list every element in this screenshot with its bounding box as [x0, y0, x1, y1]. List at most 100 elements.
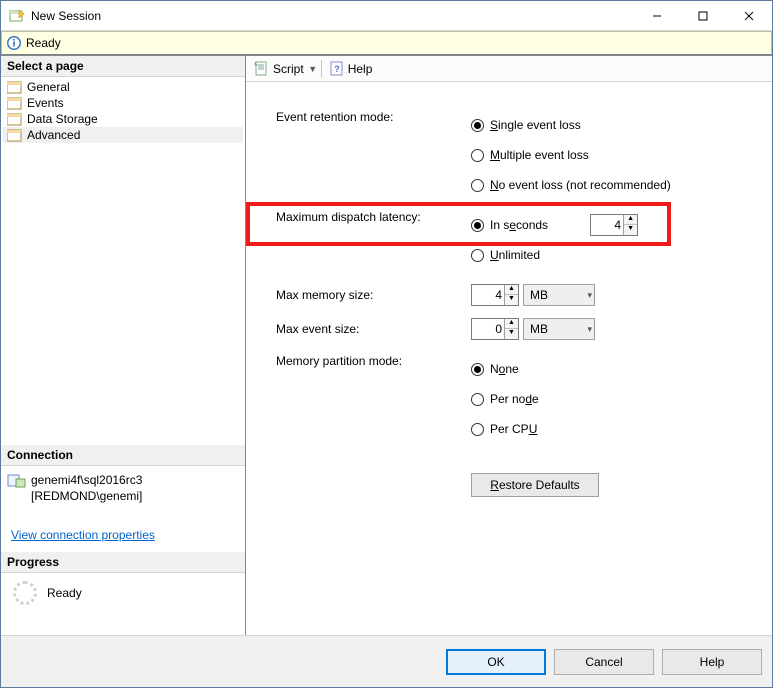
chevron-down-icon: ▾ [587, 290, 592, 301]
restore-defaults-button[interactable]: Restore Defaults [471, 473, 599, 497]
status-strip: Ready [1, 31, 772, 55]
max-memory-unit-combo[interactable]: MB ▾ [523, 284, 595, 306]
max-event-input[interactable]: ▲▼ [471, 318, 519, 340]
help-icon: ? [329, 61, 345, 77]
radio-label: In seconds [490, 218, 548, 232]
content-area: Script ▼ ? Help Event retention mode: [246, 56, 772, 635]
page-item-advanced[interactable]: Advanced [3, 127, 243, 143]
combo-value: MB [530, 288, 548, 302]
radio-control[interactable] [471, 393, 484, 406]
status-text: Ready [26, 36, 61, 50]
info-icon [6, 35, 22, 51]
titlebar: New Session [1, 1, 772, 31]
close-button[interactable] [726, 1, 772, 30]
radio-control[interactable] [471, 119, 484, 132]
max-event-unit-combo[interactable]: MB ▾ [523, 318, 595, 340]
dispatch-seconds-field[interactable] [591, 218, 623, 232]
help-label: Help [348, 62, 373, 76]
connection-header: Connection [1, 445, 245, 466]
page-icon [7, 96, 23, 110]
partition-label: Memory partition mode: [276, 354, 471, 444]
spin-down[interactable]: ▼ [624, 225, 637, 235]
radio-label: Per node [490, 392, 539, 406]
script-icon [254, 61, 270, 77]
page-list: General Events Data Storage Advanced [1, 77, 245, 145]
progress-panel: Ready [1, 573, 245, 635]
spin-up[interactable]: ▲ [624, 215, 637, 225]
spin-up[interactable]: ▲ [505, 285, 518, 295]
content-toolbar: Script ▼ ? Help [246, 56, 772, 82]
radio-in-seconds[interactable]: In seconds ▲▼ [471, 210, 638, 240]
progress-header: Progress [1, 552, 245, 573]
radio-control[interactable] [471, 363, 484, 376]
script-label: Script [273, 62, 304, 76]
radio-label: None [490, 362, 519, 376]
max-memory-label: Max memory size: [276, 288, 471, 302]
radio-multiple-event-loss[interactable]: Multiple event loss [471, 140, 671, 170]
spin-up[interactable]: ▲ [505, 319, 518, 329]
radio-unlimited[interactable]: Unlimited [471, 240, 638, 270]
page-icon [7, 128, 23, 142]
page-item-events[interactable]: Events [3, 95, 243, 111]
spin-down[interactable]: ▼ [505, 295, 518, 305]
progress-text: Ready [47, 586, 82, 600]
select-page-header: Select a page [1, 56, 245, 77]
page-label: General [27, 80, 70, 94]
server-icon [7, 473, 27, 489]
page-item-general[interactable]: General [3, 79, 243, 95]
radio-control[interactable] [471, 219, 484, 232]
radio-label: No event loss (not recommended) [490, 178, 671, 192]
radio-no-event-loss[interactable]: No event loss (not recommended) [471, 170, 671, 200]
dropdown-arrow-icon[interactable]: ▼ [308, 64, 318, 74]
toolbar-separator [321, 60, 322, 78]
spin-down[interactable]: ▼ [505, 329, 518, 339]
radio-partition-pernode[interactable]: Per node [471, 384, 539, 414]
cancel-button[interactable]: Cancel [554, 649, 654, 675]
dispatch-seconds-input[interactable]: ▲▼ [590, 214, 638, 236]
app-icon [9, 8, 25, 24]
page-icon [7, 112, 23, 126]
window-title: New Session [31, 9, 101, 23]
radio-control[interactable] [471, 179, 484, 192]
view-connection-link[interactable]: View connection properties [7, 528, 155, 542]
main-area: Select a page General Events Data Storag… [1, 55, 772, 635]
radio-partition-percpu[interactable]: Per CPU [471, 414, 539, 444]
radio-single-event-loss[interactable]: Single event loss [471, 110, 671, 140]
radio-partition-none[interactable]: None [471, 354, 539, 384]
help-button[interactable]: ? Help [325, 61, 377, 77]
minimize-button[interactable] [634, 1, 680, 30]
max-event-label: Max event size: [276, 322, 471, 336]
form-area: Event retention mode: Single event loss … [246, 82, 772, 635]
progress-spinner-icon [13, 581, 37, 605]
radio-control[interactable] [471, 149, 484, 162]
max-memory-input[interactable]: ▲▼ [471, 284, 519, 306]
max-event-field[interactable] [472, 322, 504, 336]
dialog-window: New Session Ready Select a page [0, 0, 773, 688]
sidebar: Select a page General Events Data Storag… [1, 56, 246, 635]
radio-label: Per CPU [490, 422, 537, 436]
script-button[interactable]: Script [250, 61, 308, 77]
page-item-datastorage[interactable]: Data Storage [3, 111, 243, 127]
help-button[interactable]: Help [662, 649, 762, 675]
chevron-down-icon: ▾ [587, 324, 592, 335]
page-label: Data Storage [27, 112, 98, 126]
connection-panel: genemi4f\sql2016rc3 [REDMOND\genemi] Vie… [1, 466, 245, 552]
connection-user: [REDMOND\genemi] [31, 488, 142, 504]
page-label: Advanced [27, 128, 80, 142]
radio-control[interactable] [471, 249, 484, 262]
page-label: Events [27, 96, 64, 110]
max-dispatch-label: Maximum dispatch latency: [276, 210, 471, 270]
svg-text:?: ? [334, 64, 340, 74]
ok-button[interactable]: OK [446, 649, 546, 675]
radio-label: Multiple event loss [490, 148, 589, 162]
maximize-button[interactable] [680, 1, 726, 30]
combo-value: MB [530, 322, 548, 336]
radio-label: Single event loss [490, 118, 581, 132]
radio-control[interactable] [471, 423, 484, 436]
connection-server: genemi4f\sql2016rc3 [31, 472, 142, 488]
page-icon [7, 80, 23, 94]
dialog-footer: OK Cancel Help [1, 635, 772, 687]
max-memory-field[interactable] [472, 288, 504, 302]
event-retention-label: Event retention mode: [276, 110, 471, 200]
radio-label: Unlimited [490, 248, 540, 262]
